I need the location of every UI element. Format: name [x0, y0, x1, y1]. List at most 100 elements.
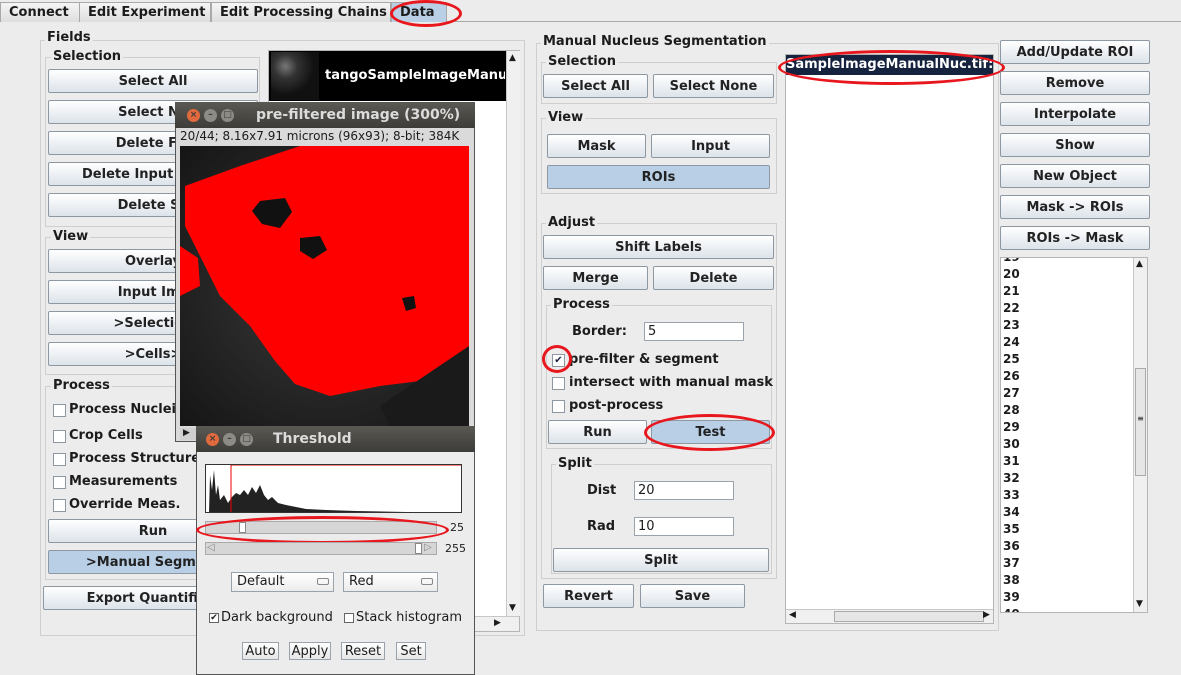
hscroll-thumb[interactable] — [834, 611, 984, 622]
manual-process-title: Process — [551, 297, 612, 312]
roi-number-item[interactable]: 27 — [1001, 385, 1133, 402]
manual-run-button[interactable]: Run — [548, 420, 647, 444]
save-button[interactable]: Save — [640, 584, 745, 608]
test-button[interactable]: Test — [651, 420, 770, 444]
scroll-right-arrow-icon[interactable]: ▶ — [494, 618, 501, 628]
roi-number-item[interactable]: 36 — [1001, 538, 1133, 555]
object-list-item[interactable]: SampleImageManualNuc.tif::1 — [786, 55, 993, 75]
threshold-slider-max[interactable]: ◁ ▷ — [205, 542, 437, 555]
new-object-button[interactable]: New Object — [1000, 164, 1150, 188]
stack-histogram-checkbox[interactable] — [344, 613, 354, 623]
fields-select-all-button[interactable]: Select All — [48, 69, 258, 93]
roi-number-item[interactable]: 38 — [1001, 572, 1133, 589]
roi-number-item[interactable]: 20 — [1001, 266, 1133, 283]
mask-to-rois-button[interactable]: Mask -> ROIs — [1000, 195, 1150, 219]
process-nuclei-checkbox[interactable] — [53, 404, 66, 417]
rois-view-button[interactable]: ROIs — [547, 165, 770, 189]
manual-select-none-button[interactable]: Select None — [653, 74, 774, 98]
roi-number-item[interactable]: 35 — [1001, 521, 1133, 538]
border-input[interactable]: 5 — [644, 322, 744, 341]
process-structures-checkbox[interactable] — [53, 453, 66, 466]
tab-data[interactable]: Data — [391, 2, 447, 22]
roi-number-item[interactable]: 33 — [1001, 487, 1133, 504]
threshold-auto-button[interactable]: Auto — [242, 642, 279, 660]
maximize-icon[interactable]: □ — [221, 108, 234, 122]
roi-number-item[interactable]: 40 — [1001, 606, 1133, 612]
roi-scroll-thumb[interactable]: ≡ — [1135, 368, 1146, 476]
delete-button[interactable]: Delete — [653, 266, 774, 290]
slider-left-arrow-icon[interactable]: ◁ — [207, 542, 215, 553]
interpolate-button[interactable]: Interpolate — [1000, 102, 1150, 126]
manual-select-all-button[interactable]: Select All — [543, 74, 648, 98]
image-canvas[interactable] — [180, 146, 469, 426]
revert-button[interactable]: Revert — [543, 584, 634, 608]
mask-view-button[interactable]: Mask — [547, 134, 646, 158]
merge-button[interactable]: Merge — [543, 266, 648, 290]
roi-number-item[interactable]: 23 — [1001, 317, 1133, 334]
roi-number-item[interactable]: 32 — [1001, 470, 1133, 487]
roi-scroll-up-icon[interactable]: ▲ — [1136, 259, 1143, 269]
threshold-minimize-icon[interactable]: – — [223, 432, 236, 446]
roi-number-item[interactable]: 21 — [1001, 283, 1133, 300]
override-meas-checkbox[interactable] — [53, 499, 66, 512]
prefilter-checkbox[interactable]: ✔ — [552, 354, 565, 367]
minimize-icon[interactable]: – — [204, 108, 217, 122]
roi-number-item[interactable]: 30 — [1001, 436, 1133, 453]
roi-number-item[interactable]: 26 — [1001, 368, 1133, 385]
threshold-reset-button[interactable]: Reset — [341, 642, 385, 660]
roi-number-item[interactable]: 34 — [1001, 504, 1133, 521]
threshold-apply-button[interactable]: Apply — [289, 642, 331, 660]
show-button[interactable]: Show — [1000, 133, 1150, 157]
field-list-vscroll[interactable]: ▲ ▼ — [506, 51, 520, 616]
threshold-method-dropdown[interactable]: Default — [231, 572, 334, 592]
close-icon[interactable]: × — [187, 108, 200, 122]
add-update-roi-button[interactable]: Add/Update ROI — [1000, 40, 1150, 64]
shift-labels-button[interactable]: Shift Labels — [543, 235, 774, 259]
manual-selection-title: Selection — [546, 54, 619, 69]
roi-number-item[interactable]: 29 — [1001, 419, 1133, 436]
tab-edit-experiment[interactable]: Edit Experiment — [79, 2, 211, 22]
roi-number-item[interactable]: 25 — [1001, 351, 1133, 368]
roi-number-item[interactable]: 24 — [1001, 334, 1133, 351]
roi-list-vscroll[interactable]: ▲ ≡ ▼ — [1133, 258, 1147, 612]
tab-connect[interactable]: Connect — [0, 2, 80, 22]
slider-min-thumb[interactable] — [239, 522, 246, 533]
object-list-hscroll[interactable]: ◀ ▶ — [786, 609, 993, 623]
threshold-close-icon[interactable]: × — [206, 432, 219, 446]
scroll-up-arrow-icon[interactable]: ▲ — [509, 53, 516, 63]
scroll-down-arrow-icon[interactable]: ▼ — [509, 603, 516, 613]
input-view-button[interactable]: Input — [651, 134, 770, 158]
tab-edit-processing-chains[interactable]: Edit Processing Chains — [211, 2, 391, 22]
hscroll-right-arrow-icon[interactable]: ▶ — [983, 610, 990, 620]
dist-input[interactable]: 20 — [634, 481, 734, 500]
roi-number-item[interactable]: 39 — [1001, 589, 1133, 606]
measurements-checkbox[interactable] — [53, 476, 66, 489]
image-window-titlebar[interactable]: × – □ pre-filtered image (300%) — [175, 102, 475, 128]
threshold-slider-min[interactable] — [205, 521, 437, 534]
hscroll-left-arrow-icon[interactable]: ◀ — [789, 610, 796, 620]
postprocess-checkbox[interactable] — [552, 400, 565, 413]
roi-number-item[interactable]: 28 — [1001, 402, 1133, 419]
threshold-maximize-icon[interactable]: □ — [240, 432, 253, 446]
threshold-display-dropdown[interactable]: Red — [343, 572, 438, 592]
threshold-titlebar[interactable]: × – □ Threshold — [196, 426, 475, 452]
intersect-checkbox[interactable] — [552, 377, 565, 390]
slider-right-arrow-icon[interactable]: ▷ — [424, 542, 432, 553]
split-button[interactable]: Split — [553, 548, 769, 572]
roi-number-item[interactable]: 37 — [1001, 555, 1133, 572]
roi-number-item[interactable]: 31 — [1001, 453, 1133, 470]
roi-number-item[interactable]: 19 — [1001, 258, 1133, 266]
roi-scroll-down-icon[interactable]: ▼ — [1136, 599, 1143, 609]
crop-cells-checkbox[interactable] — [53, 430, 66, 443]
intersect-label: intersect with manual mask — [569, 375, 773, 390]
field-thumbnail-row[interactable]: tangoSampleImageManua — [269, 51, 507, 101]
slider-max-thumb[interactable] — [415, 543, 422, 554]
remove-roi-button[interactable]: Remove — [1000, 71, 1150, 95]
rois-to-mask-button[interactable]: ROIs -> Mask — [1000, 226, 1150, 250]
dark-background-checkbox[interactable]: ✔ — [209, 613, 219, 623]
threshold-set-button[interactable]: Set — [396, 642, 426, 660]
roi-number-list[interactable]: 19 20 21 22 23 24 25 26 27 28 29 30 31 32 33 34 35 36 37 38… — [1000, 257, 1148, 613]
roi-number-item[interactable]: 22 — [1001, 300, 1133, 317]
rad-input[interactable]: 10 — [634, 517, 734, 536]
object-list[interactable]: SampleImageManualNuc.tif::1 ◀ ▶ — [785, 54, 994, 624]
